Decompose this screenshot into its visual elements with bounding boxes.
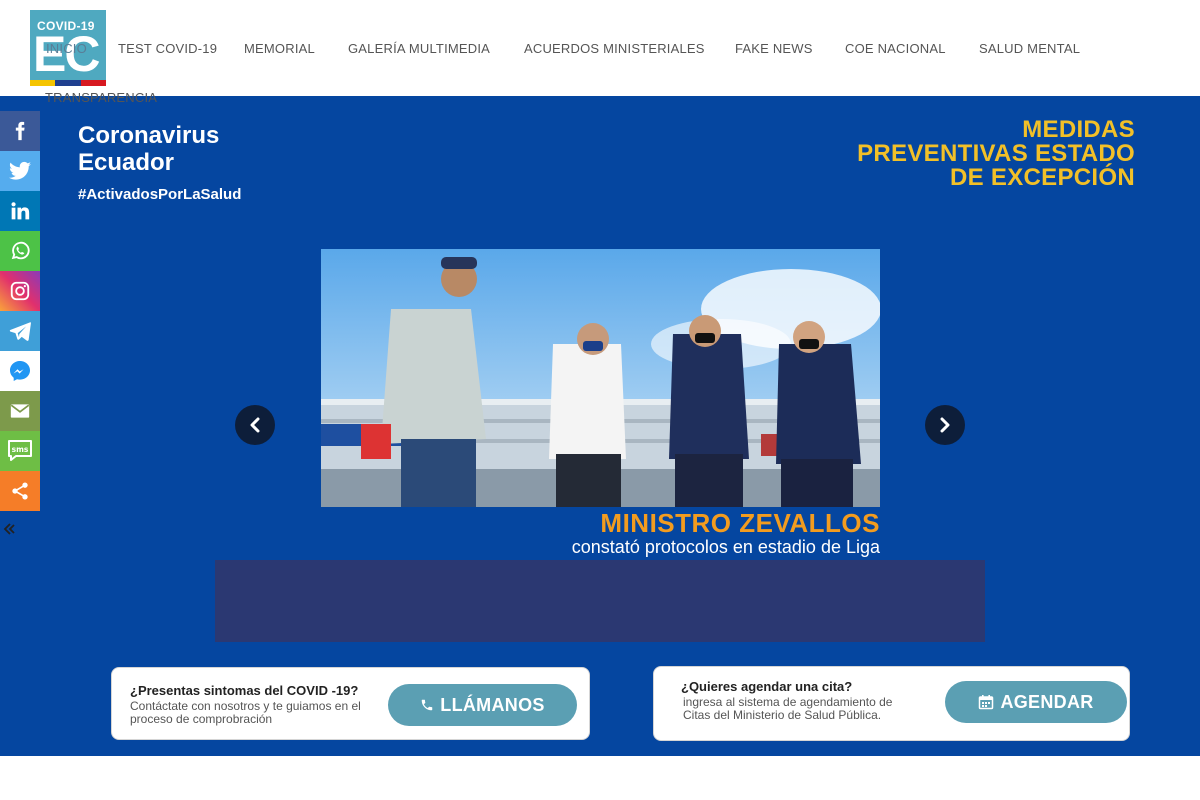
stadium-photo-illustration — [321, 249, 880, 507]
share-instagram-button[interactable] — [0, 271, 40, 311]
social-share-sidebar: sms — [0, 111, 40, 511]
share-facebook-button[interactable] — [0, 111, 40, 151]
hero-headline-line2: PREVENTIVAS ESTADO — [857, 140, 1135, 167]
slider-next-button[interactable] — [925, 405, 965, 445]
share-email-button[interactable] — [0, 391, 40, 431]
facebook-icon — [15, 121, 25, 141]
share-linkedin-button[interactable] — [0, 191, 40, 231]
nav-item-salud-mental[interactable]: SALUD MENTAL — [979, 41, 1080, 56]
hero-brand-line2: Ecuador — [78, 149, 175, 176]
twitter-icon — [9, 161, 31, 180]
nav-item-inicio[interactable]: INICIO — [46, 41, 87, 56]
share-telegram-button[interactable] — [0, 311, 40, 351]
telegram-icon — [9, 322, 31, 341]
site-header: COVID-19 EC INICIO TEST COVID-19 MEMORIA… — [0, 0, 1200, 105]
slider-prev-button[interactable] — [235, 405, 275, 445]
email-icon — [10, 404, 30, 418]
nav-item-acuerdos-ministeriales[interactable]: ACUERDOS MINISTERIALES — [524, 41, 705, 56]
share-sms-button[interactable]: sms — [0, 431, 40, 471]
main-nav: INICIO TEST COVID-19 MEMORIAL GALERÍA MU… — [0, 0, 1200, 105]
whatsapp-icon — [11, 241, 30, 260]
calendar-icon — [979, 695, 994, 710]
call-button[interactable]: LLÁMANOS — [388, 684, 577, 726]
schedule-button-label: AGENDAR — [1000, 691, 1094, 712]
hero-brand-line1: Coronavirus — [78, 122, 220, 149]
chevron-hide-icon — [3, 523, 15, 535]
nav-item-galeria-multimedia[interactable]: GALERÍA MULTIMEDIA — [348, 41, 490, 56]
appointment-description: ingresa al sistema de agendamiento de Ci… — [683, 695, 893, 722]
hero-headline-line1: MEDIDAS — [1022, 116, 1135, 143]
svg-text:sms: sms — [12, 445, 29, 454]
slide-footer-strip — [215, 560, 985, 642]
hero-hashtag: #ActivadosPorLaSalud — [78, 186, 242, 203]
nav-item-memorial[interactable]: MEMORIAL — [244, 41, 315, 56]
linkedin-icon — [11, 202, 30, 220]
call-button-label: LLÁMANOS — [440, 694, 545, 715]
hero-slider: Coronavirus Ecuador #ActivadosPorLaSalud… — [0, 96, 1200, 756]
appointment-card: ¿Quieres agendar una cita? ingresa al si… — [653, 666, 1130, 741]
nav-item-transparencia[interactable]: TRANSPARENCIA — [45, 90, 157, 105]
share-icon — [12, 482, 28, 500]
nav-item-test-covid[interactable]: TEST COVID-19 — [118, 41, 217, 56]
hero-headline-line3: DE EXCEPCIÓN — [950, 164, 1135, 191]
nav-item-coe-nacional[interactable]: COE NACIONAL — [845, 41, 946, 56]
symptoms-card: ¿Presentas sintomas del COVID -19? Contá… — [111, 667, 590, 740]
sms-icon: sms — [8, 440, 32, 461]
instagram-icon — [10, 281, 30, 301]
symptoms-description: Contáctate con nosotros y te guiamos en … — [130, 699, 361, 726]
slide-caption-title: MINISTRO ZEVALLOS — [600, 508, 880, 538]
schedule-button[interactable]: AGENDAR — [945, 681, 1127, 723]
chevron-right-icon — [940, 417, 950, 433]
appointment-question: ¿Quieres agendar una cita? — [681, 679, 853, 694]
slide-caption-subtitle: constató protocolos en estadio de Liga — [571, 537, 880, 557]
share-more-button[interactable] — [0, 471, 40, 511]
hero-headline: MEDIDAS PREVENTIVAS ESTADO DE EXCEPCIÓN — [735, 118, 1135, 190]
phone-icon — [422, 699, 433, 711]
share-messenger-button[interactable] — [0, 351, 40, 391]
nav-item-fake-news[interactable]: FAKE NEWS — [735, 41, 813, 56]
slide-photo — [321, 249, 880, 507]
share-whatsapp-button[interactable] — [0, 231, 40, 271]
messenger-icon — [10, 361, 30, 381]
chevron-left-icon — [250, 417, 260, 433]
symptoms-question: ¿Presentas sintomas del COVID -19? — [130, 683, 359, 698]
hero-brand: Coronavirus Ecuador #ActivadosPorLaSalud — [78, 122, 241, 203]
hide-sidebar-button[interactable] — [2, 522, 16, 536]
share-twitter-button[interactable] — [0, 151, 40, 191]
